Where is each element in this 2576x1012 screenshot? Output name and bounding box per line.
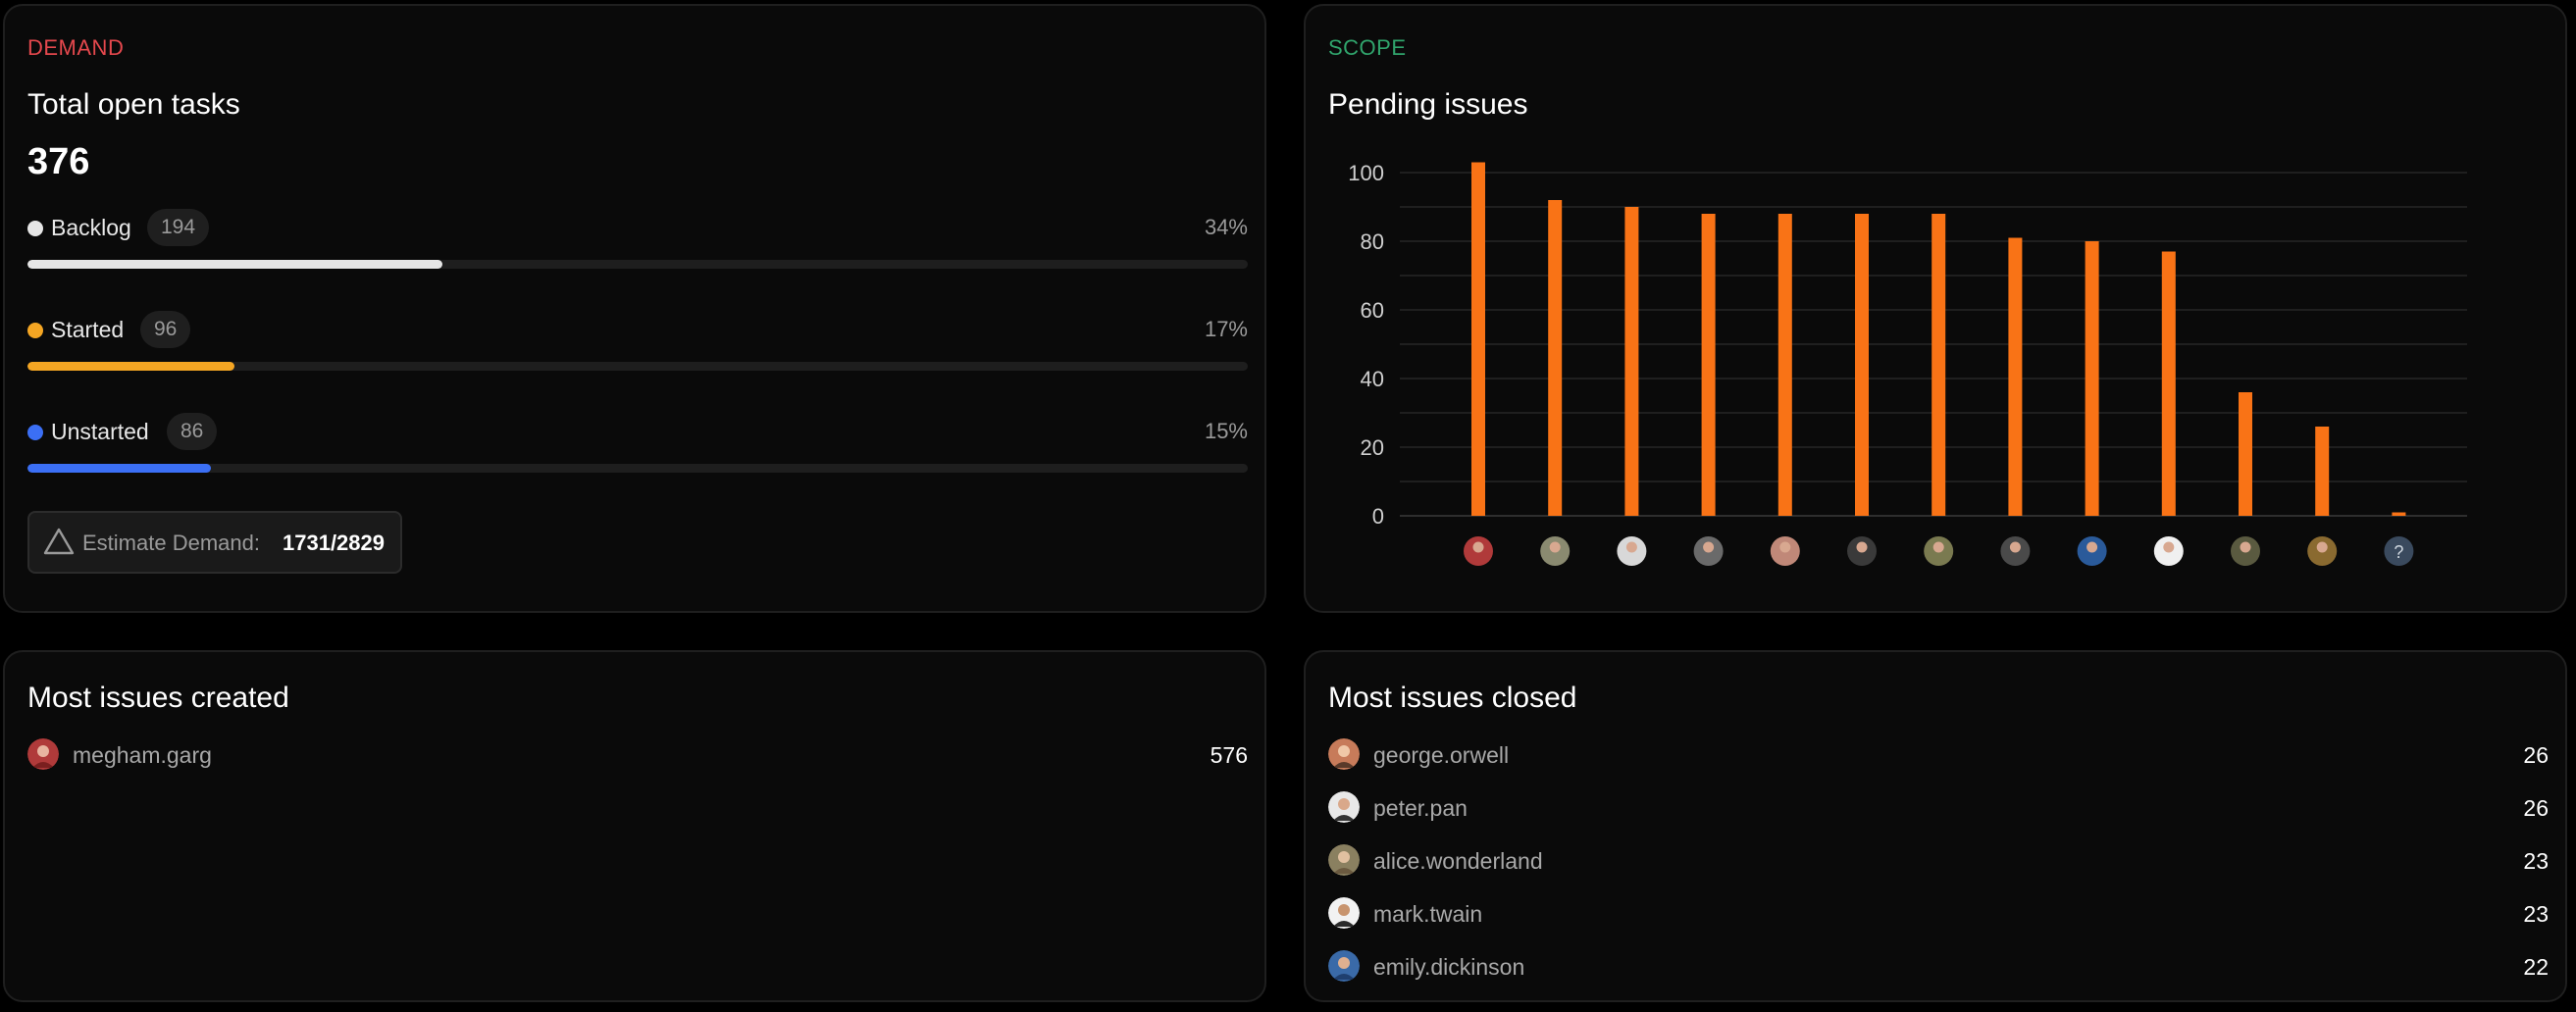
closed-user-row[interactable]: george.orwell 26 [1328,738,2549,778]
status-label: Unstarted [51,419,149,444]
status-percent: 34% [1204,215,1248,239]
x-tick-avatar [1924,536,1954,566]
x-tick-avatar [1464,536,1493,566]
user-name: mark.twain [1373,901,1483,927]
unstarted-dot-icon [27,425,43,440]
status-count-badge: 96 [140,311,191,348]
status-row-started[interactable]: Started 96 17% [27,311,1248,371]
most-issues-created-title: Most issues created [27,682,289,714]
status-row-backlog[interactable]: Backlog 194 34% [27,209,1248,269]
user-count: 576 [1210,742,1248,768]
y-tick-label: 20 [1361,435,1384,460]
backlog-dot-icon [27,221,43,236]
status-progress-fill [27,260,442,269]
estimate-demand-value: 1731/2829 [283,531,385,555]
scope-card: SCOPE Pending issues 0 20 40 60 80 100? [1304,4,2567,613]
avatar [1328,791,1360,823]
status-count-badge: 194 [147,209,210,246]
status-percent: 17% [1204,317,1248,341]
status-progress-track [27,260,1248,269]
demand-eyebrow: DEMAND [27,35,125,60]
x-tick-avatar [1770,536,1800,566]
status-progress-fill [27,362,235,371]
user-name: alice.wonderland [1373,848,1543,874]
avatar [1328,950,1360,982]
status-progress-fill [27,464,211,473]
avatar [27,738,59,770]
y-tick-label: 0 [1372,504,1384,529]
demand-card: DEMAND Total open tasks 376 Backlog 194 … [3,4,1266,613]
bar[interactable] [1548,200,1563,516]
user-count: 26 [2523,795,2549,821]
most-issues-closed-card: Most issues closed george.orwell 26 pete… [1304,650,2567,1002]
demand-title: Total open tasks [27,88,240,121]
user-count: 23 [2523,901,2549,927]
bar[interactable] [2161,251,2176,517]
y-tick-label: 100 [1348,161,1384,185]
x-tick-avatar [1617,536,1647,566]
bar[interactable] [2315,427,2330,516]
closed-user-row[interactable]: emily.dickinson 22 [1328,950,2549,989]
closed-user-row[interactable]: peter.pan 26 [1328,791,2549,831]
bar[interactable] [2239,392,2252,516]
status-label: Backlog [51,215,131,240]
bar[interactable] [2008,237,2023,517]
user-count: 26 [2523,742,2549,768]
y-tick-label: 40 [1361,367,1384,391]
x-tick-avatar [2307,536,2338,566]
started-dot-icon [27,323,43,338]
x-tick-avatar [2077,536,2107,566]
estimate-demand-label: Estimate Demand: [82,531,260,555]
status-progress-track [27,362,1248,371]
x-tick-avatar [1847,536,1877,566]
closed-user-row[interactable]: alice.wonderland 23 [1328,844,2549,884]
status-percent: 15% [1204,419,1248,443]
bar[interactable] [2085,241,2099,516]
avatar [1328,844,1360,876]
bar[interactable] [1932,214,1946,516]
triangle-icon [43,528,75,555]
x-tick-avatar [2000,536,2031,566]
y-tick-label: 60 [1361,298,1384,323]
user-name: megham.garg [73,742,212,768]
created-user-row[interactable]: megham.garg 576 [27,738,1248,778]
bar[interactable] [1624,207,1639,516]
user-name: peter.pan [1373,795,1468,821]
status-count-badge: 86 [167,413,218,450]
bar[interactable] [1471,162,1485,517]
x-tick-avatar [2153,536,2184,566]
bar[interactable] [1855,214,1869,516]
estimate-demand-box: Estimate Demand: 1731/2829 [27,511,402,574]
status-label: Started [51,317,125,342]
bar[interactable] [2392,512,2406,517]
pending-issues-chart: 0 20 40 60 80 100? [1348,161,2467,566]
status-row-unstarted[interactable]: Unstarted 86 15% [27,413,1248,473]
x-tick-avatar [2231,536,2260,566]
user-count: 22 [2523,954,2549,980]
most-issues-created-card: Most issues created megham.garg 576 [3,650,1266,1002]
user-name: george.orwell [1373,742,1510,768]
avatar [1328,738,1360,770]
status-progress-track [27,464,1248,473]
unknown-user-label: ? [2394,542,2403,562]
user-count: 23 [2523,848,2549,874]
avatar [1328,897,1360,929]
y-tick-label: 80 [1361,229,1384,254]
most-issues-closed-title: Most issues closed [1328,682,1577,714]
user-name: emily.dickinson [1373,954,1525,980]
total-open-tasks-value: 376 [27,141,90,182]
closed-user-row[interactable]: mark.twain 23 [1328,897,2549,936]
x-tick-avatar [1693,536,1724,566]
x-tick-avatar [1540,536,1571,566]
bar[interactable] [1701,214,1716,516]
unknown-user-avatar: ? [2384,536,2414,566]
bar[interactable] [1777,214,1792,516]
